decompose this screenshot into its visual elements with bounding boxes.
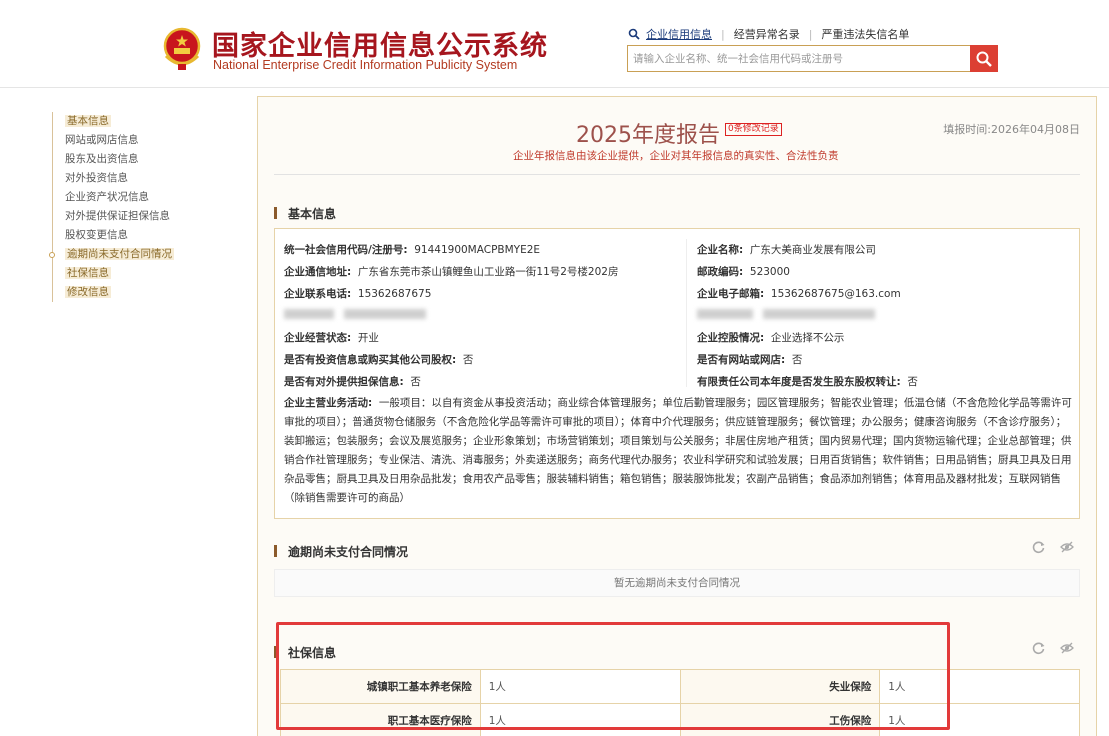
column-divider — [686, 239, 687, 387]
field-address: 企业通信地址: 广东省东莞市茶山镇鲤鱼山工业路一街11号2号楼202房 — [284, 266, 619, 278]
sidenav-item-label: 股权变更信息 — [65, 229, 128, 241]
field-equity-transfer: 有限责任公司本年度是否发生股东股权转让: 否 — [697, 376, 918, 388]
field-company-name: 企业名称: 广东大美商业发展有限公司 — [697, 244, 876, 256]
report-notice: 企业年报信息由该企业提供，企业对其年报信息的真实性、合法性负责 — [513, 150, 839, 162]
sidenav-item-website[interactable]: 网站或网店信息 — [53, 131, 174, 150]
search-button[interactable] — [970, 45, 998, 72]
site-subtitle: National Enterprise Credit Information P… — [213, 58, 518, 72]
field-holding: 企业控股情况: 企业选择不公示 — [697, 332, 845, 344]
sidenav-item-shareholders[interactable]: 股东及出资信息 — [53, 150, 174, 169]
field-postcode: 邮政编码: 523000 — [697, 266, 790, 278]
sidenav-item-modifications[interactable]: 修改信息 — [53, 283, 174, 302]
field-website: 是否有网站或网店: 否 — [697, 354, 803, 366]
refresh-icon[interactable] — [1032, 540, 1046, 554]
modification-badge[interactable]: 0条修改记录 — [725, 123, 782, 136]
field-redacted — [697, 308, 876, 320]
fill-time: 填报时间:2026年04月08日 — [943, 123, 1080, 136]
refresh-icon[interactable] — [1032, 641, 1046, 655]
divider — [274, 174, 1080, 175]
section-title-basic: 基本信息 — [274, 205, 336, 222]
national-emblem-icon — [163, 27, 201, 70]
top-nav: 企业信用信息 | 经营异常名录 | 严重违法失信名单 — [628, 26, 909, 42]
sidenav-item-label: 逾期尚未支付合同情况 — [65, 248, 174, 260]
field-business-scope: 企业主营业务活动: 一般项目：以自有资金从事投资活动；商业综合体管理服务；单位后… — [284, 397, 1072, 504]
field-investment: 是否有投资信息或购买其他公司股权: 否 — [284, 354, 474, 366]
search-bar — [627, 45, 998, 72]
nav-credit-info[interactable]: 企业信用信息 — [646, 26, 712, 42]
nav-blacklist[interactable]: 严重违法失信名单 — [821, 26, 909, 42]
nav-abnormal-list[interactable]: 经营异常名录 — [734, 26, 800, 42]
active-dot-icon — [49, 252, 55, 258]
sidenav-item-social-security[interactable]: 社保信息 — [53, 264, 174, 283]
field-email: 企业电子邮箱: 15362687675@163.com — [697, 288, 901, 300]
sidenav-item-investment[interactable]: 对外投资信息 — [53, 169, 174, 188]
sidenav-item-label: 基本信息 — [65, 115, 111, 127]
search-icon — [976, 51, 992, 67]
sidenav-item-label: 社保信息 — [65, 267, 111, 279]
sidenav-item-label: 企业资产状况信息 — [65, 191, 149, 203]
field-status: 企业经营状态: 开业 — [284, 332, 379, 344]
eye-hide-icon[interactable] — [1060, 641, 1074, 655]
basic-info-box: 统一社会信用代码/注册号: 91441900MACPBMYE2E 企业名称: 广… — [274, 228, 1080, 519]
sidenav-item-label: 网站或网店信息 — [65, 134, 139, 146]
field-redacted — [284, 308, 427, 320]
sidenav-item-label: 对外投资信息 — [65, 172, 128, 184]
sidenav-item-assets[interactable]: 企业资产状况信息 — [53, 188, 174, 207]
sidenav-item-overdue[interactable]: 逾期尚未支付合同情况 — [49, 245, 174, 264]
field-credit-code: 统一社会信用代码/注册号: 91441900MACPBMYE2E — [284, 244, 541, 256]
nav-separator: | — [721, 27, 725, 41]
section-sidenav: 基本信息 网站或网店信息 股东及出资信息 对外投资信息 企业资产状况信息 对外提… — [49, 112, 174, 302]
highlight-frame — [276, 622, 950, 730]
sidenav-item-label: 修改信息 — [65, 286, 111, 298]
sidenav-item-label: 股东及出资信息 — [65, 153, 139, 165]
section-title-overdue: 逾期尚未支付合同情况 — [274, 543, 408, 560]
sidenav-item-guarantee[interactable]: 对外提供保证担保信息 — [53, 207, 174, 226]
report-title: 2025年度报告 — [576, 123, 720, 148]
sidenav-item-basic-info[interactable]: 基本信息 — [53, 112, 174, 131]
eye-hide-icon[interactable] — [1060, 540, 1074, 554]
sidenav-item-label: 对外提供保证担保信息 — [65, 210, 170, 222]
site-header: 国家企业信用信息公示系统 National Enterprise Credit … — [0, 0, 1109, 88]
field-phone: 企业联系电话: 15362687675 — [284, 288, 432, 300]
field-guarantee: 是否有对外提供担保信息: 否 — [284, 376, 421, 388]
search-icon — [628, 28, 640, 40]
search-input[interactable] — [628, 46, 970, 71]
nav-separator: | — [808, 27, 813, 41]
overdue-empty-state: 暂无逾期尚未支付合同情况 — [274, 569, 1080, 597]
sidenav-item-equity-change[interactable]: 股权变更信息 — [53, 226, 174, 245]
